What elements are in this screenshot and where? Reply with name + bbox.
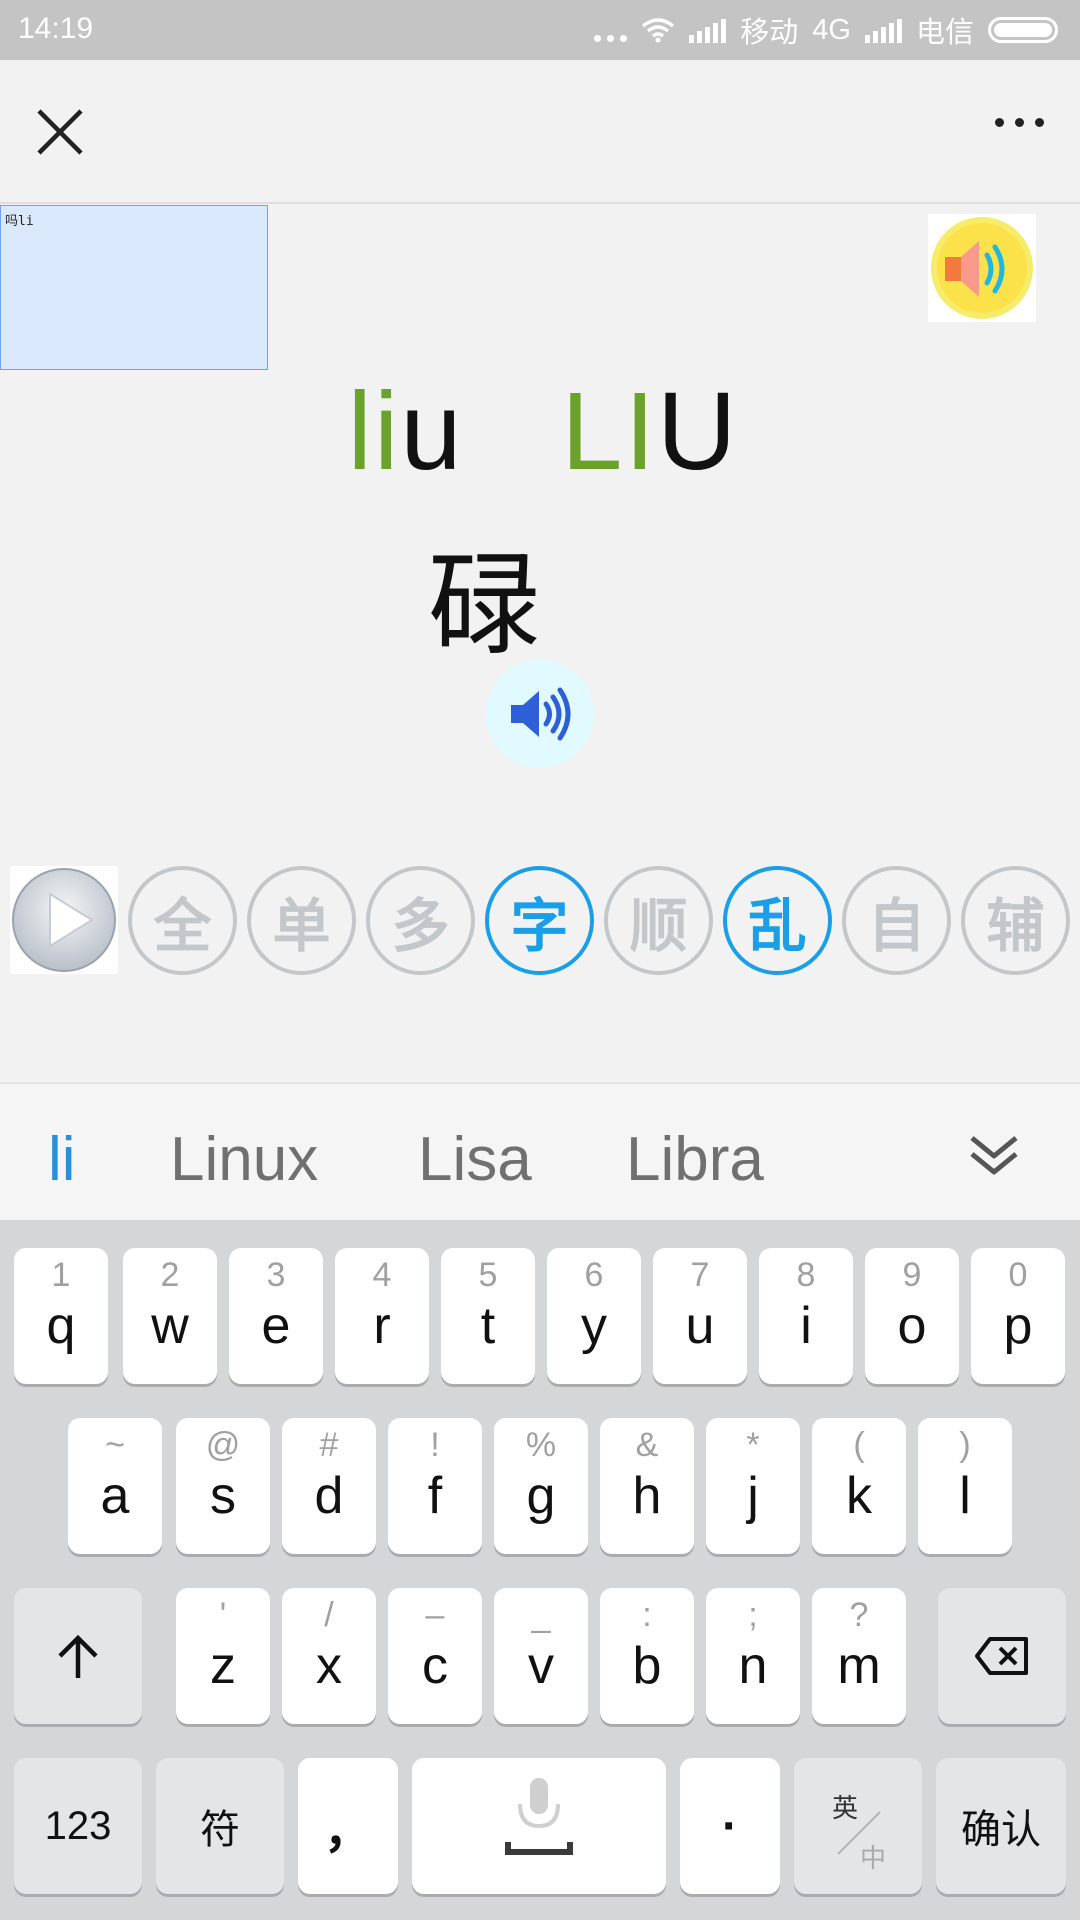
key-g[interactable]: % g	[494, 1418, 588, 1554]
close-button[interactable]	[30, 102, 90, 162]
signal-icon-2	[864, 17, 902, 43]
lang-divider-icon	[837, 1811, 881, 1855]
play-sound-button[interactable]	[486, 660, 594, 768]
mode-button-1[interactable]: 单	[247, 866, 356, 975]
carrier2-label: 电信	[915, 17, 974, 49]
key-j[interactable]: * j	[706, 1418, 800, 1554]
key-n[interactable]: ; n	[706, 1588, 800, 1724]
key-q[interactable]: 1q	[14, 1248, 108, 1384]
key-x[interactable]: / x	[282, 1588, 376, 1724]
speaker-icon	[931, 217, 1033, 319]
chinese-character: 碌	[428, 541, 540, 671]
candidate-0[interactable]: li	[48, 1124, 76, 1195]
backspace-icon	[975, 1637, 1028, 1675]
pinyin-display: liu LIU	[0, 372, 1080, 492]
pinyin-upper-initial: LI	[561, 370, 658, 493]
mode-button-5[interactable]: 乱	[723, 866, 832, 975]
play-icon	[12, 868, 116, 972]
mode-bar: 全 单 多 字 顺 乱 自 辅	[10, 866, 1080, 976]
keyboard: 1q 2w 3e 4r 5t 6y 7u 8i 9o 0p ~ a @ s # d !…	[0, 1220, 1080, 1920]
battery-icon	[988, 17, 1058, 43]
key-e[interactable]: 3e	[229, 1248, 323, 1384]
pinyin-lower-final: u	[400, 370, 464, 493]
confirm-key[interactable]: 确认	[936, 1758, 1066, 1894]
audio-toggle-button[interactable]	[928, 214, 1036, 322]
carrier1-label: 移动	[740, 17, 799, 49]
more-icon	[995, 118, 1004, 127]
more-button[interactable]	[995, 118, 1044, 127]
status-bar: 14:19 移动 4G 电信	[0, 0, 1080, 60]
mode-button-3[interactable]: 字	[485, 866, 594, 975]
key-z[interactable]: ' z	[176, 1588, 270, 1724]
key-c[interactable]: – c	[388, 1588, 482, 1724]
key-l[interactable]: ) l	[918, 1418, 1012, 1554]
key-k[interactable]: (k	[812, 1418, 906, 1554]
pinyin-lower-initial: li	[347, 370, 401, 493]
backspace-key[interactable]	[938, 1588, 1066, 1724]
key-m[interactable]: ? m	[812, 1588, 906, 1724]
comma-key[interactable]: ，	[298, 1758, 398, 1894]
signal-icon	[689, 17, 727, 43]
candidate-2[interactable]: Lisa	[418, 1124, 532, 1195]
play-button[interactable]	[10, 866, 118, 974]
candidate-3[interactable]: Libra	[626, 1124, 764, 1195]
key-y[interactable]: 6y	[547, 1248, 641, 1384]
key-o[interactable]: 9o	[865, 1248, 959, 1384]
key-u[interactable]: 7u	[653, 1248, 747, 1384]
symbols-key[interactable]: 符	[156, 1758, 284, 1894]
space-key[interactable]	[412, 1758, 666, 1894]
close-icon	[37, 109, 83, 155]
chevron-down-icon[interactable]	[966, 1132, 1022, 1178]
shift-arrow-icon	[58, 1634, 98, 1678]
speaker-icon	[511, 687, 571, 741]
status-time: 14:19	[18, 12, 94, 45]
candidate-1[interactable]: Linux	[170, 1124, 318, 1195]
key-i[interactable]: 8i	[759, 1248, 853, 1384]
key-w[interactable]: 2w	[123, 1248, 217, 1384]
text-note[interactable]: 吗li	[0, 205, 268, 370]
key-t[interactable]: 5t	[441, 1248, 535, 1384]
numbers-key[interactable]: 123	[14, 1758, 142, 1894]
pinyin-upper-final: U	[657, 370, 739, 493]
key-a[interactable]: ~ a	[68, 1418, 162, 1554]
mode-button-7[interactable]: 辅	[961, 866, 1070, 975]
key-p[interactable]: 0p	[971, 1248, 1065, 1384]
mode-button-4[interactable]: 顺	[604, 866, 713, 975]
key-s[interactable]: @ s	[176, 1418, 270, 1554]
header-bar	[0, 60, 1080, 204]
period-key[interactable]: ·	[680, 1758, 780, 1894]
network-label: 4G	[812, 13, 851, 46]
status-right: 移动 4G 电信	[594, 10, 1058, 50]
mode-button-0[interactable]: 全	[128, 866, 237, 975]
microphone-icon	[505, 1778, 573, 1855]
key-v[interactable]: _ v	[494, 1588, 588, 1724]
key-r[interactable]: 4r	[335, 1248, 429, 1384]
key-d[interactable]: # d	[282, 1418, 376, 1554]
shift-key[interactable]	[14, 1588, 142, 1724]
wifi-icon	[642, 18, 675, 43]
key-f[interactable]: ! f	[388, 1418, 482, 1554]
mode-button-2[interactable]: 多	[366, 866, 475, 975]
notification-dots-icon	[594, 18, 628, 42]
mode-button-6[interactable]: 自	[842, 866, 951, 975]
key-h[interactable]: & h	[600, 1418, 694, 1554]
candidate-bar: li Linux Lisa Libra	[0, 1082, 1080, 1220]
key-b[interactable]: :b	[600, 1588, 694, 1724]
language-switch-key[interactable]: 英 中	[794, 1758, 922, 1894]
